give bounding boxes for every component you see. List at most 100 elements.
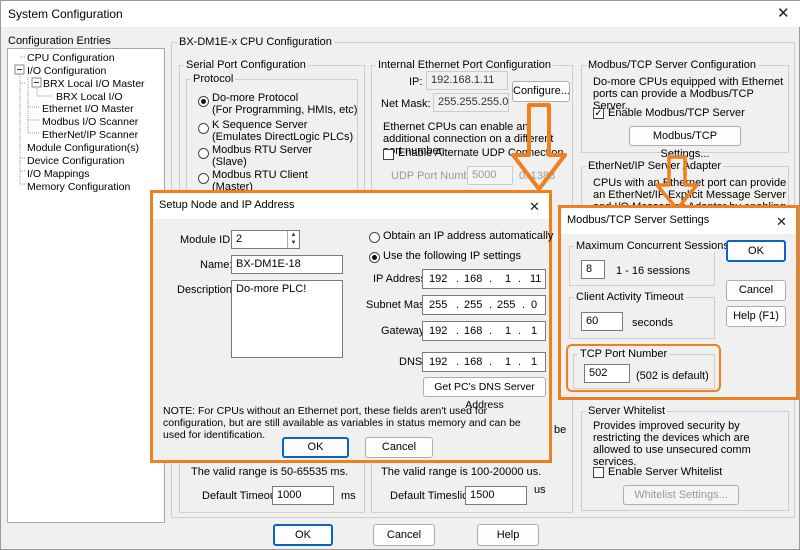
activity-timeout-title: Client Activity Timeout	[574, 291, 686, 303]
default-timeslice-label: Default Timeslice:	[390, 490, 477, 502]
setup-node-dialog: Setup Node and IP Address ✕ Module ID: 2…	[150, 190, 554, 463]
tree-item-memory-configuration[interactable]: Memory Configuration	[27, 181, 130, 193]
serial-port-title: Serial Port Configuration	[184, 59, 308, 71]
dns-octet: 192	[429, 356, 448, 368]
modbus-cancel-button[interactable]: Cancel	[726, 280, 786, 301]
tree-item-device-configuration[interactable]: Device Configuration	[27, 155, 124, 167]
gateway-label: Gateway:	[381, 325, 428, 337]
default-timeout-unit: ms	[341, 490, 356, 502]
subnet-octet: 255	[497, 299, 516, 311]
protocol-title: Protocol	[191, 73, 236, 85]
help-button[interactable]: Help	[477, 524, 539, 546]
title-bar: System Configuration ✕	[1, 1, 800, 27]
whitelist-title: Server Whitelist	[586, 405, 668, 417]
max-sessions-title: Maximum Concurrent Sessions	[574, 240, 731, 252]
modbus-settings-button[interactable]: Modbus/TCP Settings...	[629, 126, 741, 160]
tcp-port-highlight	[566, 344, 721, 392]
protocol-rtu-server-sub: (Slave)	[212, 156, 247, 168]
arrow-down-icon	[511, 103, 567, 191]
tree-item-io-mappings[interactable]: I/O Mappings	[27, 168, 89, 180]
name-input[interactable]: BX-DM1E-18	[231, 255, 343, 274]
use-following-ip-label: Use the following IP settings	[383, 250, 521, 262]
gateway-octet: 1	[531, 325, 538, 337]
gateway-octet: 192	[429, 325, 448, 337]
modbus-settings-dialog: Modbus/TCP Server Settings ✕ Maximum Con…	[558, 205, 799, 400]
configure-button[interactable]: Configure...	[512, 81, 570, 102]
dns-octet: 1	[531, 356, 538, 368]
dns-octet: 1	[505, 356, 512, 368]
max-sessions-input[interactable]: 8	[581, 260, 605, 279]
enable-whitelist-checkbox[interactable]	[593, 467, 604, 478]
protocol-ksequence-radio[interactable]	[198, 123, 209, 134]
timeout-valid-range: The valid range is 50-65535 ms.	[191, 466, 349, 478]
modbus-ok-button[interactable]: OK	[726, 240, 786, 262]
gateway-octet: 168	[464, 325, 483, 337]
ip-address-label: IP Address:	[373, 273, 430, 285]
subnet-mask-input[interactable]: 255. 255. 255. 0	[422, 295, 546, 315]
close-icon[interactable]: ✕	[776, 214, 787, 229]
node-ok-button[interactable]: OK	[282, 437, 349, 458]
protocol-rtu-client-radio[interactable]	[198, 173, 209, 184]
activity-timeout-unit: seconds	[632, 317, 673, 329]
obtain-ip-auto-radio[interactable]	[369, 232, 380, 243]
udp-port-input[interactable]: 5000	[467, 166, 513, 185]
modbus-settings-title-bar: Modbus/TCP Server Settings ✕	[561, 208, 796, 234]
modbus-help-button[interactable]: Help (F1)	[726, 306, 786, 327]
setup-node-title: Setup Node and IP Address	[159, 199, 295, 211]
whitelist-settings-button[interactable]: Whitelist Settings...	[623, 485, 739, 505]
netmask-display: 255.255.255.0	[433, 93, 509, 112]
ip-octet: 168	[464, 273, 483, 285]
close-icon[interactable]: ✕	[529, 199, 540, 214]
arrow-down-icon	[655, 155, 699, 211]
gateway-input[interactable]: 192. 168. 1. 1	[422, 321, 546, 341]
modbus-server-title: Modbus/TCP Server Configuration	[586, 59, 758, 71]
timeslice-valid-range: The valid range is 100-20000 us.	[381, 466, 542, 478]
protocol-domore-label: Do-more Protocol	[212, 92, 299, 104]
alt-udp-checkbox[interactable]	[383, 149, 394, 160]
protocol-domore-radio[interactable]	[198, 96, 209, 107]
tree-item-ethernetip-scanner[interactable]: EtherNet/IP Scanner	[42, 129, 138, 141]
activity-timeout-input[interactable]: 60	[581, 312, 623, 331]
dns-octet: 168	[464, 356, 483, 368]
ip-address-input[interactable]: 192. 168. 1. 11	[422, 269, 546, 289]
netmask-label: Net Mask:	[381, 98, 431, 110]
default-timeout-input[interactable]: 1000	[272, 486, 334, 505]
tree-item-modbus-io-scanner[interactable]: Modbus I/O Scanner	[42, 116, 138, 128]
description-input[interactable]: Do-more PLC!	[231, 280, 343, 358]
obtain-ip-auto-label: Obtain an IP address automatically	[383, 230, 554, 242]
tree-item-brx-local-io[interactable]: BRX Local I/O	[56, 91, 123, 103]
protocol-rtu-server-radio[interactable]	[198, 148, 209, 159]
default-timeout-label: Default Timeout:	[202, 490, 283, 502]
subnet-octet: 255	[429, 299, 448, 311]
enable-whitelist-label: Enable Server Whitelist	[608, 466, 723, 478]
module-id-label: Module ID:	[180, 234, 234, 246]
configuration-tree[interactable]: CPU Configuration I/O Configuration BRX …	[7, 48, 165, 523]
protocol-ksequence-sub: (Emulates DirectLogic PLCs)	[212, 131, 354, 143]
module-id-spinner[interactable]: ▲ ▼	[287, 231, 299, 248]
protocol-rtu-server-label: Modbus RTU Server	[212, 144, 313, 156]
default-timeslice-input[interactable]: 1500	[465, 486, 527, 505]
tree-item-cpu-configuration[interactable]: CPU Configuration	[27, 52, 115, 64]
ok-button[interactable]: OK	[273, 524, 333, 546]
tree-item-module-configurations[interactable]: Module Configuration(s)	[27, 142, 139, 154]
max-sessions-hint: 1 - 16 sessions	[616, 265, 690, 277]
ethernet-port-title: Internal Ethernet Port Configuration	[376, 59, 554, 71]
get-dns-button[interactable]: Get PC's DNS Server Address	[423, 377, 546, 411]
modbus-settings-title: Modbus/TCP Server Settings	[567, 214, 710, 226]
ip-octet: 11	[530, 273, 542, 285]
enable-modbus-label: Enable Modbus/TCP Server	[608, 107, 745, 119]
tree-title: Configuration Entries	[8, 35, 111, 47]
cancel-button[interactable]: Cancel	[373, 524, 435, 546]
dns-input[interactable]: 192. 168. 1. 1	[422, 352, 546, 372]
subnet-octet: 0	[531, 299, 538, 311]
node-cancel-button[interactable]: Cancel	[365, 437, 433, 458]
tree-item-io-configuration[interactable]: I/O Configuration	[27, 65, 106, 77]
enable-modbus-checkbox[interactable]: ✓	[593, 108, 604, 119]
ip-display: 192.168.1.11	[426, 71, 508, 90]
use-following-ip-radio[interactable]	[369, 252, 380, 263]
name-label: Name:	[200, 259, 233, 271]
tree-item-brx-local-io-master[interactable]: BRX Local I/O Master	[43, 78, 145, 90]
tree-item-ethernet-io-master[interactable]: Ethernet I/O Master	[42, 103, 134, 115]
default-timeslice-unit: us	[534, 484, 546, 496]
close-icon[interactable]: ✕	[777, 6, 790, 21]
